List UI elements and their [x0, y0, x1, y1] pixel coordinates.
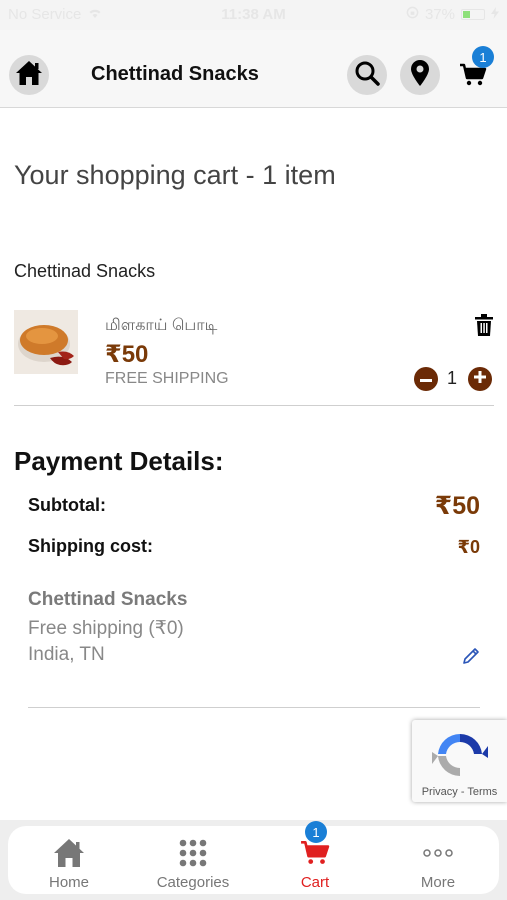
- location-pin-icon: [410, 59, 430, 92]
- home-button[interactable]: [9, 55, 49, 95]
- nav-label-categories: Categories: [156, 874, 230, 891]
- status-bar: No Service 11:38 AM 37%: [0, 0, 507, 30]
- cart-count-badge: 1: [472, 46, 494, 68]
- shipping-cost-label: Shipping cost:: [28, 536, 153, 556]
- status-right: 37%: [406, 6, 499, 23]
- nav-item-home[interactable]: Home: [14, 826, 124, 894]
- store-title: Chettinad Snacks: [91, 63, 259, 85]
- shipping-location: India, TN: [28, 644, 105, 665]
- product-price: ₹50: [105, 341, 149, 368]
- quantity-value: 1: [446, 368, 457, 388]
- subtotal-label: Subtotal:: [28, 495, 106, 515]
- cart-item-row: மிளகாய் பொடி ₹50 FREE SHIPPING 1: [14, 310, 494, 406]
- search-button[interactable]: [347, 55, 387, 95]
- section-divider: [28, 707, 480, 708]
- more-icon: [423, 836, 453, 870]
- pencil-icon: [461, 646, 481, 671]
- edit-shipping-button[interactable]: [459, 646, 483, 670]
- product-shipping: FREE SHIPPING: [105, 370, 229, 387]
- recaptcha-badge[interactable]: Privacy - Terms: [412, 720, 507, 802]
- shipping-cost-value: ₹0: [457, 537, 480, 557]
- nav-item-more[interactable]: More: [383, 826, 493, 894]
- charging-icon: [491, 6, 499, 23]
- battery-fill: [463, 11, 470, 18]
- battery-icon: [461, 9, 485, 20]
- trash-icon: [475, 313, 493, 341]
- cart-heading: Your shopping cart - 1 item: [14, 160, 336, 190]
- search-icon: [354, 60, 380, 91]
- bottom-nav-bar: Home Categories Cart More: [8, 826, 499, 894]
- nav-label-cart: Cart: [300, 874, 330, 891]
- payment-details-title: Payment Details:: [14, 446, 224, 476]
- decrease-quantity-button[interactable]: [414, 367, 438, 391]
- remove-item-button[interactable]: [472, 313, 496, 341]
- plus-icon: [474, 370, 486, 388]
- increase-quantity-button[interactable]: [468, 367, 492, 391]
- app-header: Chettinad Snacks: [0, 30, 507, 108]
- battery-percent: 37%: [424, 6, 455, 23]
- nav-label-more: More: [420, 874, 456, 891]
- nav-item-categories[interactable]: Categories: [138, 826, 248, 894]
- bottom-navigation: Home Categories Cart More: [0, 820, 507, 900]
- grid-icon: [178, 836, 208, 870]
- recaptcha-icon: [430, 728, 490, 784]
- nav-cart-badge: 1: [305, 821, 327, 843]
- shipping-method: Free shipping (₹0): [28, 618, 184, 639]
- product-image[interactable]: [14, 310, 78, 374]
- location-button[interactable]: [400, 55, 440, 95]
- minus-icon: [420, 370, 432, 388]
- orientation-lock-icon: [406, 6, 419, 23]
- home-icon: [15, 60, 43, 91]
- product-name[interactable]: மிளகாய் பொடி: [105, 316, 217, 336]
- nav-label-home: Home: [48, 874, 89, 891]
- seller-name: Chettinad Snacks: [14, 261, 156, 281]
- recaptcha-links[interactable]: Privacy - Terms: [412, 786, 507, 798]
- subtotal-value: ₹50: [434, 492, 480, 520]
- shipping-store-name: Chettinad Snacks: [28, 589, 188, 610]
- home-icon: [53, 836, 85, 870]
